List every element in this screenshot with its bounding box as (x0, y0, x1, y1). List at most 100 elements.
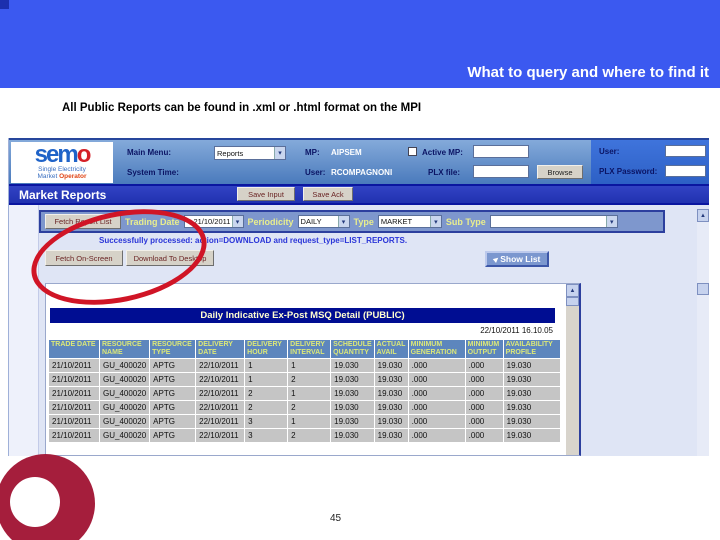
results-scrollbar-thumb[interactable] (566, 297, 579, 306)
active-mp-label: Active MP: (422, 148, 463, 157)
left-margin-strip (9, 205, 39, 456)
semo-logo: semo Single Electricity Market Operator (11, 142, 113, 183)
trading-date-value: 21/10/2011 (193, 217, 231, 226)
mp-value: AIPSEM (331, 148, 362, 157)
scroll-up-icon[interactable]: ▲ (566, 284, 579, 297)
column-header: MINIMUM OUTPUT (465, 340, 503, 359)
column-header: ACTUAL AVAIL (374, 340, 408, 359)
browse-button[interactable]: Browse (537, 165, 583, 179)
table-cell: GU_400020 (100, 429, 150, 443)
login-user-input[interactable] (665, 145, 706, 157)
table-cell: 19.030 (374, 387, 408, 401)
table-cell: 19.030 (503, 373, 560, 387)
chevron-down-icon[interactable]: ▾ (274, 147, 285, 159)
title-banner: What to query and where to find it (0, 0, 720, 88)
sub-type-label: Sub Type (445, 216, 486, 227)
market-reports-bar: Market Reports Save Input Save Ack (9, 184, 709, 205)
semo-logo-word: semo (11, 143, 113, 167)
table-cell: .000 (408, 359, 465, 373)
scroll-up-icon[interactable]: ▲ (697, 209, 709, 222)
table-cell: 19.030 (331, 429, 374, 443)
table-cell: 19.030 (331, 415, 374, 429)
column-header: TRADE DATE (49, 340, 99, 359)
table-cell: APTG (150, 373, 196, 387)
user-value: RCOMPAGNONI (331, 168, 393, 177)
sub-type-select[interactable]: ▾ (489, 215, 618, 228)
plx-password-label: PLX Password: (599, 167, 658, 176)
table-cell: 1 (288, 387, 331, 401)
table-cell: .000 (408, 373, 465, 387)
chevron-down-icon[interactable]: ▾ (605, 216, 617, 227)
table-cell: 19.030 (503, 359, 560, 373)
table-cell: GU_400020 (100, 373, 150, 387)
logo-operator: Operator (59, 172, 87, 180)
slide-subtitle: All Public Reports can be found in .xml … (62, 102, 422, 114)
table-cell: APTG (150, 387, 196, 401)
chevron-down-icon[interactable]: ▾ (337, 216, 349, 227)
results-panel: ▲ Daily Indicative Ex-Post MSQ Detail (P… (45, 283, 581, 456)
results-scrollbar[interactable]: ▲ (566, 284, 579, 455)
table-row: 21/10/2011 GU_400020 APTG 22/10/2011 1 1 19.03… (49, 359, 560, 373)
table-cell: 21/10/2011 (49, 429, 99, 443)
table-cell: .000 (408, 387, 465, 401)
active-mp-checkbox[interactable] (408, 147, 417, 156)
table-cell: 19.030 (331, 359, 374, 373)
table-cell: GU_400020 (100, 401, 150, 415)
main-menu-select[interactable]: Reports ▾ (214, 146, 286, 160)
ring-logo-hole (10, 477, 60, 527)
table-cell: 19.030 (331, 373, 374, 387)
table-cell: 22/10/2011 (196, 415, 245, 429)
table-cell: .000 (408, 415, 465, 429)
plx-file-input[interactable] (473, 165, 529, 178)
table-cell: 22/10/2011 (196, 401, 245, 415)
table-cell: 21/10/2011 (49, 387, 99, 401)
table-cell: 2 (288, 373, 331, 387)
table-row: 21/10/2011 GU_400020 APTG 22/10/2011 1 2 19.03… (49, 373, 560, 387)
table-cell: 19.030 (374, 373, 408, 387)
table-cell: 1 (245, 359, 288, 373)
table-cell: .000 (465, 429, 503, 443)
table-cell: 2 (288, 429, 331, 443)
table-cell: APTG (150, 401, 196, 415)
slide: What to query and where to find it All P… (0, 0, 720, 540)
plx-file-label: PLX file: (428, 168, 461, 177)
page-title: Market Reports (19, 188, 107, 202)
chevron-down-icon[interactable]: ▾ (231, 216, 243, 227)
type-select[interactable]: MARKET ▾ (377, 215, 442, 228)
cursor-arrow-icon: ▶ (492, 255, 500, 264)
logo-sem: sem (34, 141, 79, 168)
active-mp-input[interactable] (473, 145, 529, 158)
table-cell: GU_400020 (100, 359, 150, 373)
logo-line2: Market Operator (11, 172, 113, 181)
periodicity-select[interactable]: DAILY ▾ (297, 215, 350, 228)
show-list-button[interactable]: ▶ Show List (485, 251, 549, 267)
report-title: Daily Indicative Ex-Post MSQ Detail (PUB… (50, 308, 555, 323)
save-ack-button[interactable]: Save Ack (303, 187, 353, 201)
table-cell: 21/10/2011 (49, 359, 99, 373)
window-scrollbar-thumb[interactable] (697, 283, 709, 295)
app-header: semo Single Electricity Market Operator … (9, 138, 709, 186)
column-header: SCHEDULE QUANTITY (331, 340, 374, 359)
table-cell: APTG (150, 429, 196, 443)
column-header: AVAILABILITY PROFILE (503, 340, 560, 359)
save-input-button[interactable]: Save Input (237, 187, 295, 201)
system-time-label: System Time: (127, 168, 179, 177)
table-cell: .000 (465, 401, 503, 415)
main-menu-value: Reports (217, 148, 244, 158)
plx-password-input[interactable] (665, 165, 706, 177)
window-scrollbar[interactable]: ▲ (697, 209, 709, 456)
chevron-down-icon[interactable]: ▾ (429, 216, 441, 227)
table-cell: 1 (245, 373, 288, 387)
table-cell: 19.030 (503, 387, 560, 401)
table-cell: 2 (245, 401, 288, 415)
logo-market: Market (37, 172, 60, 180)
column-header: DELIVERY DATE (196, 340, 245, 359)
type-value: MARKET (380, 217, 413, 226)
corner-accent (0, 0, 9, 9)
periodicity-label: Periodicity (247, 216, 294, 227)
table-cell: 21/10/2011 (49, 401, 99, 415)
table-row: 21/10/2011 GU_400020 APTG 22/10/2011 2 1 19.03… (49, 387, 560, 401)
column-header: RESOURCE NAME (100, 340, 150, 359)
table-cell: 3 (245, 429, 288, 443)
table-cell: 19.030 (331, 387, 374, 401)
